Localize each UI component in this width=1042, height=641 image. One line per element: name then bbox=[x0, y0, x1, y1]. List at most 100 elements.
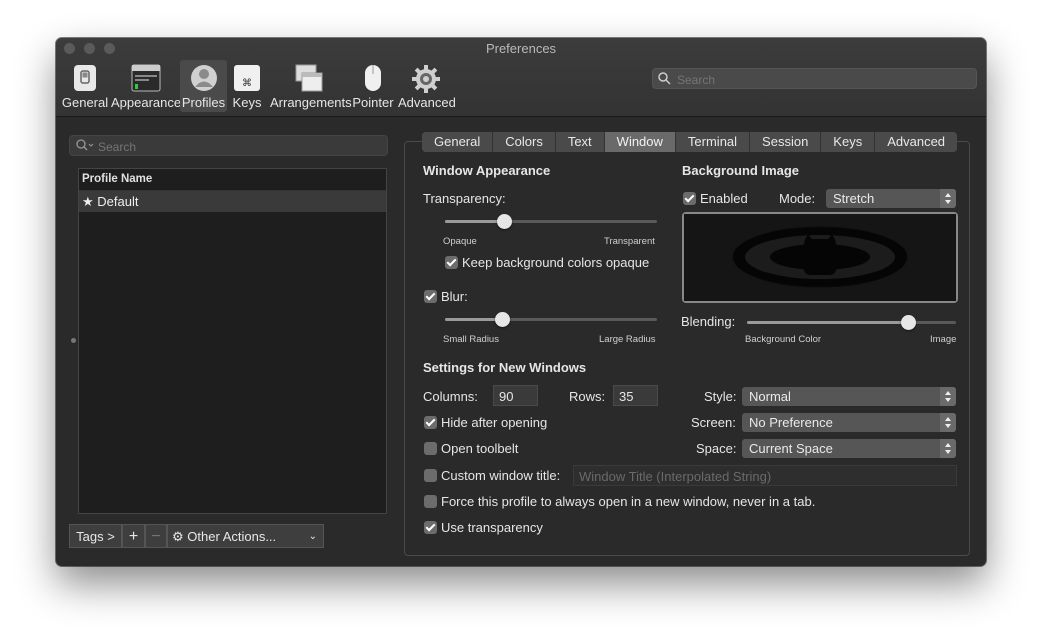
blur-slider[interactable] bbox=[445, 312, 657, 327]
chevron-down-icon: ⌄ bbox=[308, 531, 317, 542]
style-select[interactable]: Normal bbox=[742, 387, 956, 406]
toolbar-pointer[interactable]: Pointer bbox=[352, 60, 394, 112]
toolbar-general[interactable]: General bbox=[61, 60, 109, 112]
tab-window[interactable]: Window bbox=[604, 132, 676, 152]
add-profile-button[interactable]: + bbox=[122, 524, 145, 548]
custom-title-label: Custom window title: bbox=[441, 468, 561, 483]
tab-session[interactable]: Session bbox=[750, 132, 822, 152]
tags-button[interactable]: Tags > bbox=[69, 524, 122, 548]
transparency-slider[interactable] bbox=[445, 214, 657, 229]
space-select[interactable]: Current Space bbox=[742, 439, 956, 458]
blending-slider-knob[interactable] bbox=[900, 315, 916, 330]
style-select-value: Normal bbox=[749, 389, 791, 404]
columns-field[interactable]: 90 bbox=[493, 385, 538, 406]
blur-slider-fill bbox=[445, 318, 503, 321]
profile-search[interactable] bbox=[69, 135, 388, 156]
toolbar-search[interactable] bbox=[652, 68, 977, 89]
blending-slider[interactable] bbox=[747, 315, 956, 330]
toolbar-keys[interactable]: ⌘ Keys bbox=[230, 60, 264, 112]
custom-title-checkbox[interactable] bbox=[424, 469, 437, 482]
blur-checkbox[interactable] bbox=[424, 290, 437, 303]
keep-bg-opaque-checkbox[interactable] bbox=[445, 256, 458, 269]
updown-chevron-icon bbox=[940, 413, 956, 432]
search-icon bbox=[658, 72, 671, 90]
opaque-label: Opaque bbox=[443, 236, 477, 247]
profile-name-header[interactable]: Profile Name bbox=[79, 169, 386, 191]
rows-label: Rows: bbox=[569, 389, 606, 404]
blending-label: Blending: bbox=[681, 314, 736, 329]
bg-enabled-label: Enabled bbox=[700, 191, 748, 206]
tab-terminal[interactable]: Terminal bbox=[675, 132, 751, 152]
tab-general[interactable]: General bbox=[422, 132, 494, 152]
toolbar-pointer-label: Pointer bbox=[352, 95, 394, 110]
transparency-label: Transparency: bbox=[423, 191, 506, 206]
profile-row[interactable]: ★ Default bbox=[79, 191, 386, 212]
toolbar-profiles[interactable]: Profiles bbox=[180, 60, 227, 112]
gear-icon bbox=[411, 64, 441, 97]
other-actions-label: Other Actions... bbox=[187, 529, 277, 544]
switch-icon bbox=[72, 64, 98, 95]
updown-chevron-icon bbox=[940, 189, 956, 208]
toolbar-keys-label: Keys bbox=[232, 95, 262, 110]
arrangements-icon bbox=[294, 64, 324, 95]
mode-select-value: Stretch bbox=[833, 191, 875, 206]
toolbar-appearance-label: Appearance bbox=[111, 95, 182, 110]
profile-tabs: General Colors Text Window Terminal Sess… bbox=[422, 132, 958, 152]
mouse-icon bbox=[362, 64, 384, 95]
open-toolbelt-checkbox[interactable] bbox=[424, 442, 437, 455]
custom-title-field[interactable]: Window Title (Interpolated String) bbox=[573, 465, 957, 486]
profile-search-input[interactable] bbox=[96, 137, 380, 156]
appearance-icon bbox=[131, 64, 161, 95]
toolbar-appearance[interactable]: Appearance bbox=[111, 60, 181, 112]
command-key-icon: ⌘ bbox=[233, 64, 261, 95]
window-appearance-header: Window Appearance bbox=[423, 163, 551, 178]
person-icon bbox=[190, 64, 218, 95]
use-transparency-label: Use transparency bbox=[441, 520, 543, 535]
profile-row-name: Default bbox=[97, 194, 139, 209]
space-select-value: Current Space bbox=[749, 441, 833, 456]
hide-after-opening-checkbox[interactable] bbox=[424, 416, 437, 429]
toolbar-arrangements[interactable]: Arrangements bbox=[270, 60, 352, 112]
search-icon bbox=[76, 139, 94, 157]
toolbar-advanced[interactable]: Advanced bbox=[398, 60, 456, 112]
blending-slider-fill bbox=[747, 321, 908, 324]
tab-keys[interactable]: Keys bbox=[821, 132, 876, 152]
style-label: Style: bbox=[704, 389, 737, 404]
profile-table: Profile Name ★ Default bbox=[78, 168, 387, 514]
gear-icon: ⚙ bbox=[172, 530, 184, 545]
mode-select[interactable]: Stretch bbox=[826, 189, 956, 208]
other-actions-button[interactable]: ⚙ Other Actions... ⌄ bbox=[167, 524, 324, 548]
updown-chevron-icon bbox=[940, 439, 956, 458]
background-image-well[interactable] bbox=[682, 212, 958, 303]
image-label: Image bbox=[930, 334, 957, 345]
tab-text[interactable]: Text bbox=[555, 132, 605, 152]
toolbar-general-label: General bbox=[61, 95, 109, 110]
svg-text:⌘: ⌘ bbox=[242, 78, 252, 89]
preferences-window: Preferences General Appearance Profiles … bbox=[56, 38, 986, 566]
screen-select-value: No Preference bbox=[749, 415, 833, 430]
bg-enabled-checkbox[interactable] bbox=[683, 192, 696, 205]
background-color-label: Background Color bbox=[745, 334, 822, 345]
force-new-window-checkbox[interactable] bbox=[424, 495, 437, 508]
small-radius-label: Small Radius bbox=[443, 334, 499, 345]
toolbar-profiles-label: Profiles bbox=[181, 95, 226, 110]
force-new-window-label: Force this profile to always open in a n… bbox=[441, 494, 816, 509]
tab-colors[interactable]: Colors bbox=[493, 132, 556, 152]
toolbar-advanced-label: Advanced bbox=[398, 95, 456, 110]
new-windows-header: Settings for New Windows bbox=[423, 360, 587, 375]
open-toolbelt-label: Open toolbelt bbox=[441, 441, 519, 456]
space-label: Space: bbox=[696, 441, 737, 456]
toolbar-search-input[interactable] bbox=[675, 70, 969, 89]
toolbar: Preferences General Appearance Profiles … bbox=[56, 38, 986, 117]
splitter-handle[interactable] bbox=[71, 338, 76, 343]
transparency-slider-fill bbox=[445, 220, 505, 223]
remove-profile-button[interactable]: − bbox=[145, 524, 167, 548]
screen-select[interactable]: No Preference bbox=[742, 413, 956, 432]
screen-label: Screen: bbox=[691, 415, 736, 430]
rows-field[interactable]: 35 bbox=[613, 385, 658, 406]
tab-advanced[interactable]: Advanced bbox=[875, 132, 958, 152]
keep-bg-opaque-label: Keep background colors opaque bbox=[462, 255, 650, 270]
window-title: Preferences bbox=[485, 41, 557, 56]
toolbar-arrangements-label: Arrangements bbox=[270, 95, 352, 110]
use-transparency-checkbox[interactable] bbox=[424, 521, 437, 534]
